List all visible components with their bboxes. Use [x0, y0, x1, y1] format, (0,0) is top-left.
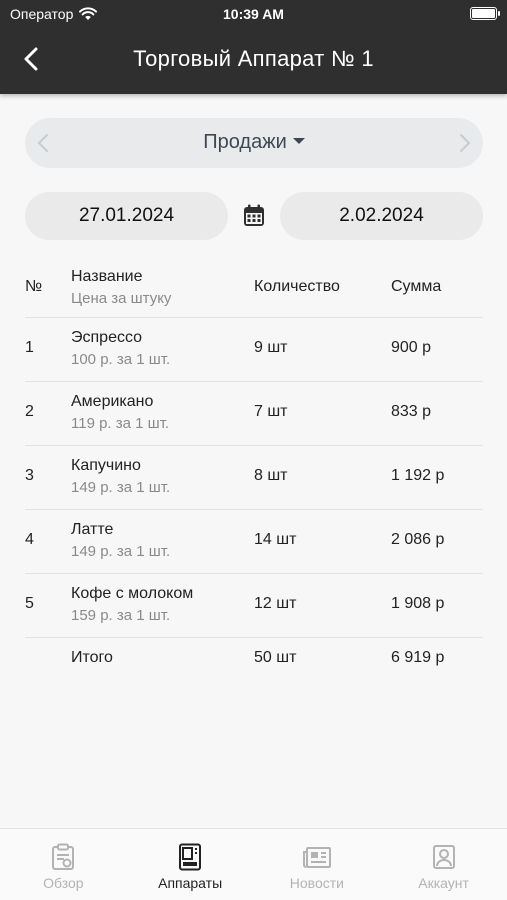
product-quantity: 7 шт [254, 403, 288, 420]
status-bar: Оператор 10:39 AM [0, 0, 507, 28]
page-title: Торговый Аппарат № 1 [133, 46, 374, 71]
vending-machine-icon [179, 843, 202, 871]
tab-machines[interactable]: Аппараты [127, 829, 254, 900]
tab-label: Новости [289, 875, 344, 891]
date-to-field[interactable]: 2.02.2024 [280, 192, 483, 240]
product-quantity: 8 шт [254, 467, 288, 484]
row-number: 2 [25, 403, 34, 420]
total-row: Итого 50 шт 6 919 р [25, 638, 483, 682]
product-name: Латте [71, 521, 114, 538]
tab-overview[interactable]: Обзор [0, 829, 127, 900]
product-price: 100 р. за 1 шт. [71, 351, 171, 368]
battery-icon [470, 7, 500, 20]
report-type-dropdown[interactable]: Продажи [25, 131, 483, 154]
product-sum: 900 р [391, 339, 432, 356]
table-row: 4 Латте 149 р. за 1 шт. 14 шт 2 086 р [25, 510, 483, 574]
product-sum: 2 086 р [391, 531, 445, 548]
row-number: 5 [25, 595, 34, 612]
product-name: Эспрессо [71, 329, 143, 346]
header-quantity: Количество [254, 278, 340, 295]
product-quantity: 12 шт [254, 595, 297, 612]
product-sum: 1 908 р [391, 595, 445, 612]
product-quantity: 14 шт [254, 531, 297, 548]
table-header: № Название Цена за штуку Количество Сумм… [25, 258, 483, 318]
product-price: 149 р. за 1 шт. [71, 543, 171, 560]
tab-label: Аппараты [158, 875, 223, 891]
tab-news[interactable]: Новости [254, 829, 381, 900]
product-name: Капучино [71, 457, 141, 474]
next-report-button[interactable] [453, 131, 477, 155]
table-row: 1 Эспрессо 100 р. за 1 шт. 9 шт 900 р [25, 318, 483, 382]
header-price: Цена за штуку [71, 290, 172, 307]
total-quantity: 50 шт [254, 649, 297, 666]
product-sum: 833 р [391, 403, 432, 420]
table-row: 2 Американо 119 р. за 1 шт. 7 шт 833 р [25, 382, 483, 446]
product-quantity: 9 шт [254, 339, 288, 356]
clipboard-icon [52, 843, 75, 870]
sales-table: № Название Цена за штуку Количество Сумм… [25, 258, 483, 682]
row-number: 3 [25, 467, 34, 484]
chevron-right-icon [460, 134, 471, 152]
status-time: 10:39 AM [223, 6, 284, 22]
newspaper-icon [302, 847, 331, 868]
tab-label: Аккаунт [418, 875, 469, 891]
nav-header: Торговый Аппарат № 1 [0, 38, 507, 82]
header-number: № [25, 278, 43, 295]
tab-label: Обзор [43, 875, 84, 891]
header-sum: Сумма [391, 278, 442, 295]
date-from-field[interactable]: 27.01.2024 [25, 192, 228, 240]
caret-down-icon [292, 137, 305, 144]
total-label: Итого [71, 649, 113, 666]
account-icon [432, 845, 455, 869]
report-type-label: Продажи [203, 131, 287, 153]
header-name: Название [71, 268, 143, 285]
row-number: 4 [25, 531, 34, 548]
tab-account[interactable]: Аккаунт [380, 829, 507, 900]
table-row: 5 Кофе с молоком 159 р. за 1 шт. 12 шт 1… [25, 574, 483, 638]
row-number: 1 [25, 339, 34, 356]
product-sum: 1 192 р [391, 467, 445, 484]
report-type-selector[interactable]: Продажи [25, 118, 483, 168]
product-price: 119 р. за 1 шт. [71, 415, 170, 432]
product-name: Кофе с молоком [71, 585, 194, 602]
product-price: 159 р. за 1 шт. [71, 607, 171, 624]
tab-bar: Обзор Аппараты Новости Аккаунт [0, 828, 507, 900]
product-price: 149 р. за 1 шт. [71, 479, 171, 496]
top-bar: Оператор 10:39 AM Торговый Аппарат № 1 [0, 0, 507, 94]
total-sum: 6 919 р [391, 649, 445, 666]
product-name: Американо [71, 393, 154, 410]
table-row: 3 Капучино 149 р. за 1 шт. 8 шт 1 192 р [25, 446, 483, 510]
calendar-icon[interactable] [241, 203, 267, 229]
